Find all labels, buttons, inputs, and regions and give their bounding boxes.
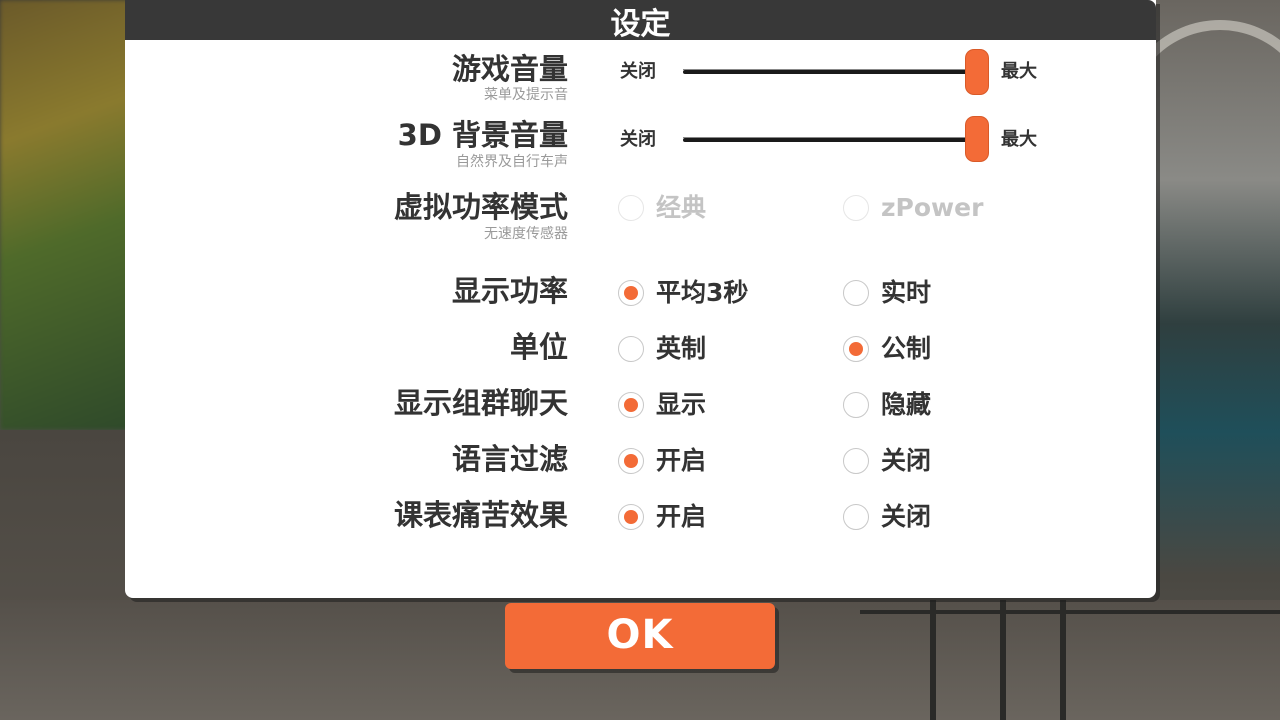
background-railing-post	[1060, 600, 1066, 720]
language-filter-label: 语言过滤	[451, 442, 568, 476]
radio-button[interactable]	[618, 336, 644, 362]
power-mode-sublabel: 无速度传感器	[484, 226, 568, 242]
bg-volume-label: 3D 背景音量	[397, 118, 568, 152]
option-label: 隐藏	[881, 390, 932, 419]
bg-volume-min-label: 关闭	[620, 129, 656, 150]
game-volume-slider-track[interactable]	[683, 69, 973, 74]
radio-button[interactable]	[843, 336, 869, 362]
option-label: 关闭	[881, 446, 932, 475]
show-power-option-realtime[interactable]: 实时	[843, 276, 931, 310]
radio-button[interactable]	[843, 448, 869, 474]
game-volume-max-label: 最大	[1001, 61, 1037, 82]
workout-pain-option-on[interactable]: 开启	[618, 500, 706, 534]
radio-button[interactable]	[843, 195, 869, 221]
game-volume-slider-thumb[interactable]	[966, 50, 988, 94]
option-label: 英制	[656, 334, 707, 363]
radio-button[interactable]	[618, 392, 644, 418]
option-label: 关闭	[881, 502, 932, 531]
background-railing-post	[930, 600, 936, 720]
group-chat-option-hide[interactable]: 隐藏	[843, 388, 931, 422]
background-railing-post	[1000, 600, 1006, 720]
show-power-label: 显示功率	[451, 274, 568, 308]
radio-button[interactable]	[618, 504, 644, 530]
option-label: 实时	[881, 278, 932, 307]
language-filter-option-off[interactable]: 关闭	[843, 444, 931, 478]
radio-button[interactable]	[843, 280, 869, 306]
option-label: 开启	[656, 502, 707, 531]
units-option-imperial[interactable]: 英制	[618, 332, 706, 366]
bg-volume-slider-track[interactable]	[683, 137, 973, 142]
show-power-option-3s-avg[interactable]: 平均3秒	[618, 276, 748, 310]
workout-pain-label: 课表痛苦效果	[393, 498, 568, 532]
option-label: zPower	[881, 193, 984, 222]
background-railing	[860, 610, 1280, 614]
power-mode-label: 虚拟功率模式	[393, 190, 568, 224]
option-label: 经典	[656, 193, 707, 222]
bg-volume-slider-thumb[interactable]	[966, 117, 988, 161]
background-scenery-left	[0, 0, 130, 430]
group-chat-label: 显示组群聊天	[393, 386, 568, 420]
option-label: 显示	[656, 390, 707, 419]
game-volume-min-label: 关闭	[620, 61, 656, 82]
option-label: 平均3秒	[656, 278, 749, 307]
option-label: 开启	[656, 446, 707, 475]
radio-button[interactable]	[843, 392, 869, 418]
radio-button[interactable]	[843, 504, 869, 530]
power-mode-option-zpower[interactable]: zPower	[843, 191, 983, 225]
units-option-metric[interactable]: 公制	[843, 332, 931, 366]
radio-button[interactable]	[618, 448, 644, 474]
bg-volume-sublabel: 自然界及自行车声	[456, 154, 568, 170]
bg-volume-max-label: 最大	[1001, 129, 1037, 150]
radio-button[interactable]	[618, 280, 644, 306]
power-mode-option-classic[interactable]: 经典	[618, 191, 706, 225]
workout-pain-option-off[interactable]: 关闭	[843, 500, 931, 534]
option-label: 公制	[881, 334, 932, 363]
ok-button[interactable]: OK	[505, 603, 775, 669]
units-label: 单位	[509, 330, 568, 364]
game-volume-label: 游戏音量	[451, 52, 568, 86]
game-volume-sublabel: 菜单及提示音	[484, 87, 568, 103]
group-chat-option-show[interactable]: 显示	[618, 388, 706, 422]
dialog-title: 设定	[125, 0, 1156, 40]
language-filter-option-on[interactable]: 开启	[618, 444, 706, 478]
radio-button[interactable]	[618, 195, 644, 221]
